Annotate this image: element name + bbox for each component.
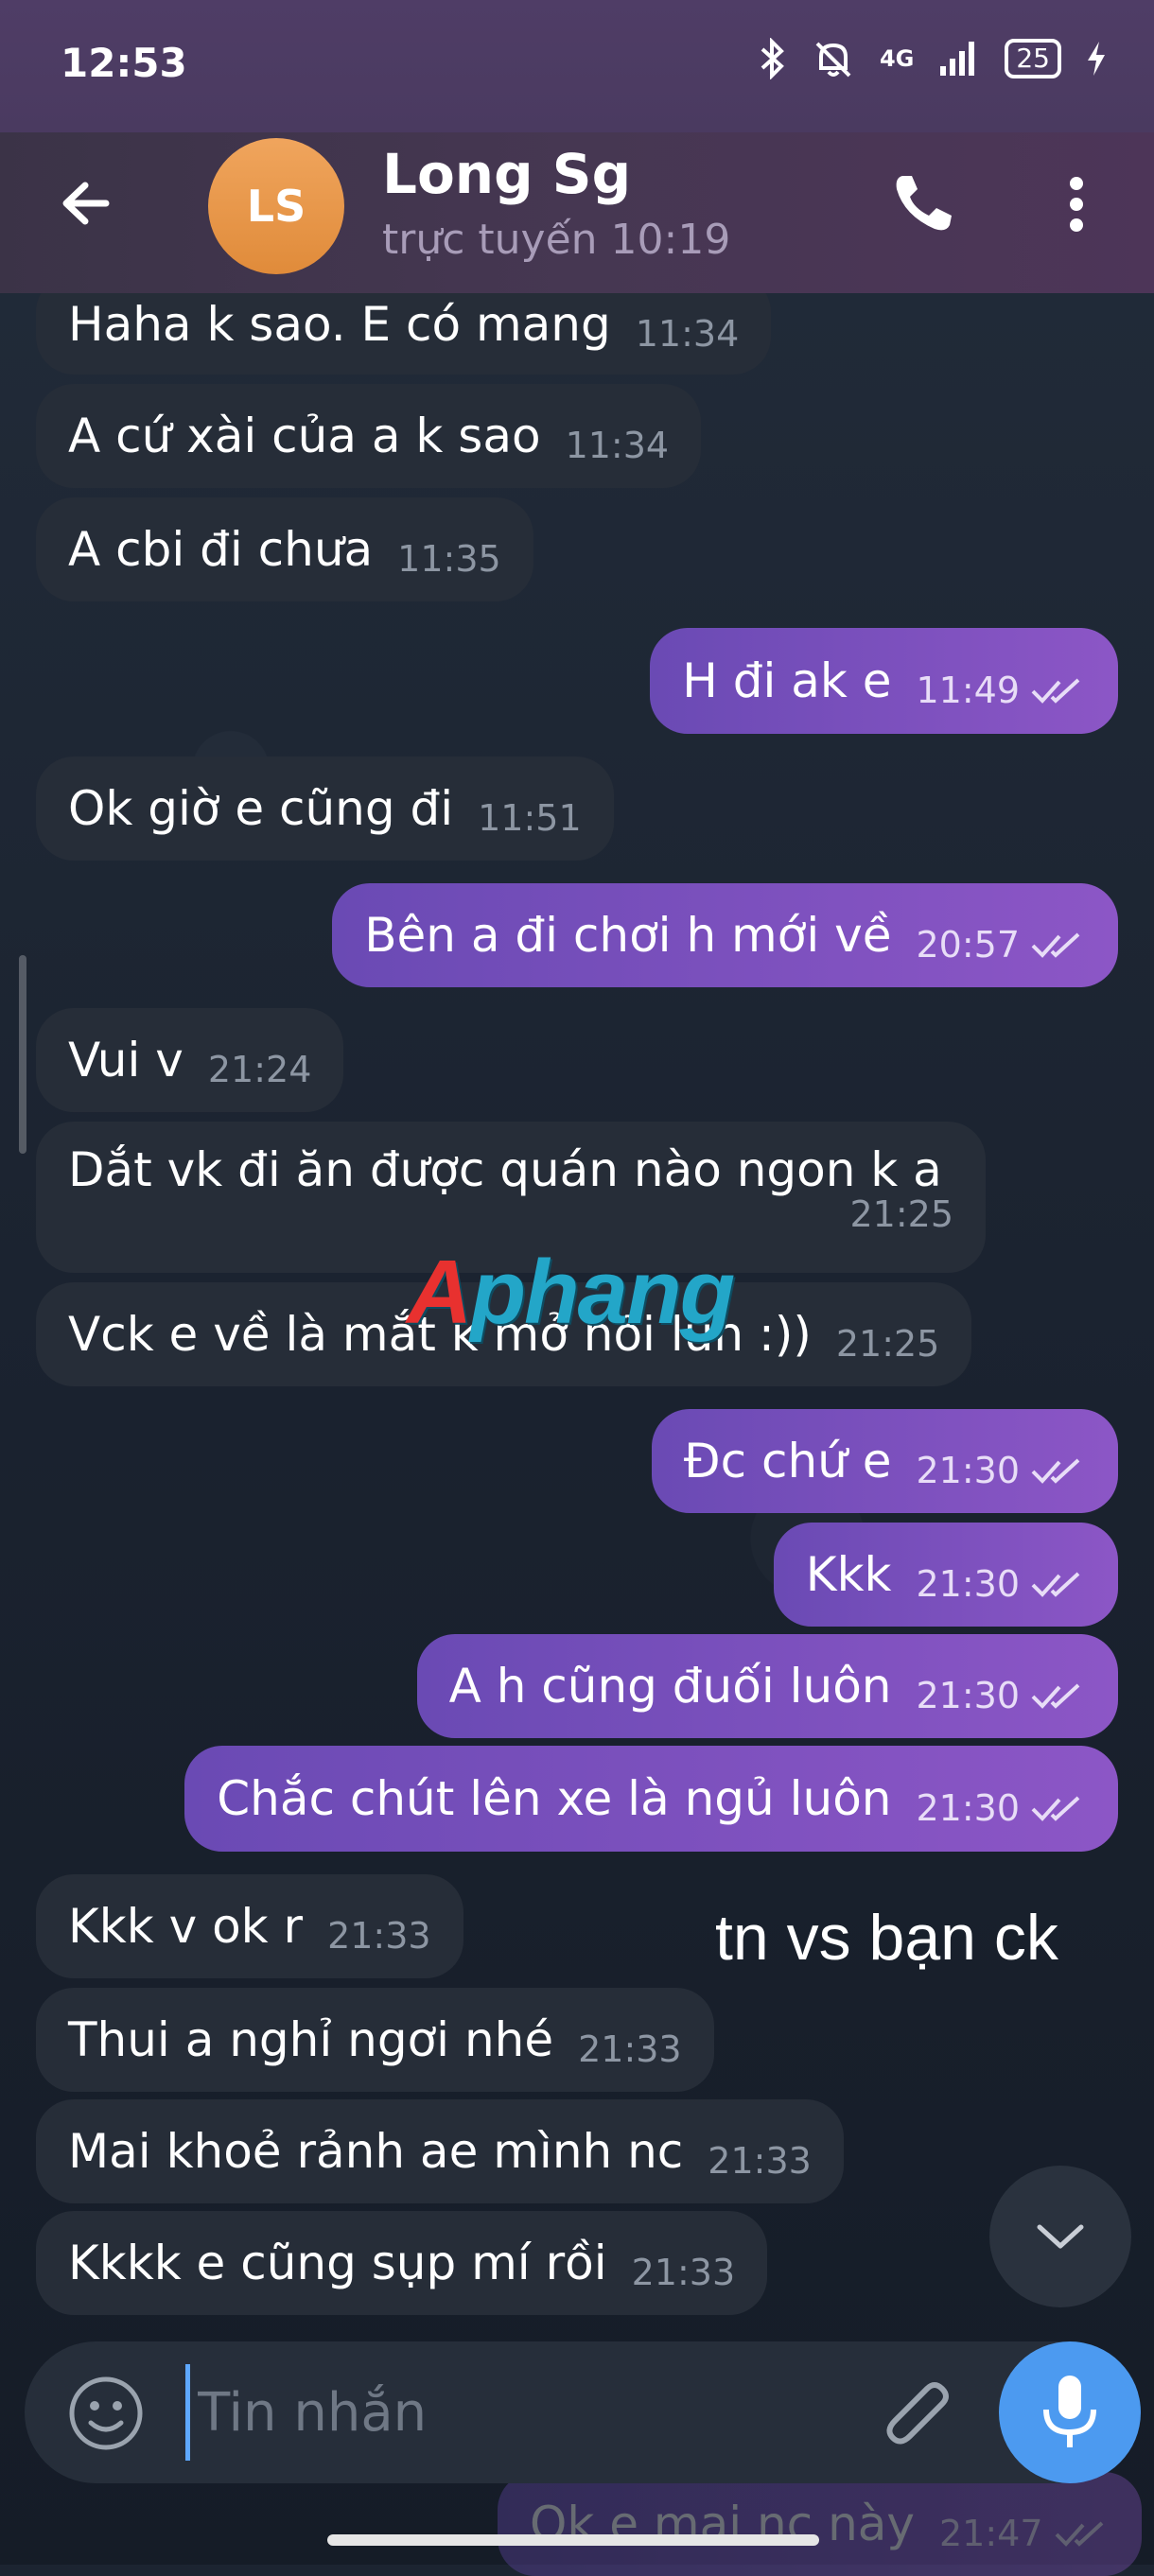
contact-name[interactable]: Long Sg [382,142,631,206]
double-check-icon [1031,1458,1080,1484]
message-bubble[interactable]: H đi ak e 11:49 [650,628,1118,734]
double-check-icon [1031,1683,1080,1709]
message-text: Kkkk e cũng sụp mí rồi [68,2236,607,2290]
signal-icon [940,42,975,76]
status-time: 12:53 [61,40,187,86]
message-bubble[interactable]: A cứ xài của a k sao 11:34 [36,384,702,488]
message-bubble[interactable]: Kkk 21:30 [773,1523,1118,1627]
message-time: 21:30 [916,1450,1020,1491]
overlay-caption: tn vs bạn ck [715,1902,1058,1974]
chevron-down-icon [1037,2224,1084,2249]
scroll-to-bottom-button[interactable] [989,2166,1131,2307]
message-time: 21:25 [835,1323,940,1365]
muted-bell-icon [815,42,851,78]
message-time: 21:24 [207,1049,312,1090]
message-time: 20:57 [916,924,1020,966]
message-time: 11:35 [397,538,501,580]
message-time: 11:51 [478,797,582,839]
bluetooth-icon [761,38,784,79]
message-time: 21:33 [578,2028,682,2070]
message-time: 11:49 [916,670,1020,711]
message-text: Thui a nghỉ ngơi nhé [68,2012,554,2067]
status-bar: 12:53 4G 25 [0,0,1154,132]
message-input[interactable] [185,2364,862,2461]
message-bubble[interactable]: Vui v 21:24 [36,1008,344,1112]
message-text: Chắc chút lên xe là ngủ luôn [217,1771,892,1826]
message-time: 11:34 [635,313,740,355]
double-check-icon [1031,1796,1080,1821]
message-text: Haha k sao. E có mang [68,297,611,352]
voice-record-button[interactable] [999,2341,1141,2483]
message-bubble[interactable]: Đc chứ e 21:30 [651,1409,1118,1513]
message-bubble[interactable]: A cbi đi chưa 11:35 [36,497,533,601]
message-time: 11:34 [565,425,670,466]
phone-icon[interactable] [885,166,961,242]
message-text: Bên a đi chơi h mới về [364,908,892,963]
double-check-icon [1031,932,1080,958]
emoji-icon[interactable] [66,2374,146,2453]
message-text: H đi ak e [682,653,892,708]
microphone-icon [1043,2376,1096,2447]
message-bubble[interactable]: Bên a đi chơi h mới về 20:57 [332,883,1118,987]
battery-indicator: 25 [1005,39,1061,78]
message-bubble[interactable]: Ok e,mai nc này 21:47 [498,2472,1142,2576]
message-bubble[interactable]: Thui a nghỉ ngơi nhé 21:33 [36,1988,714,2092]
message-time: 21:33 [631,2252,736,2293]
message-bubble[interactable]: A h cũng đuối luôn 21:30 [416,1634,1118,1738]
message-text: A cứ xài của a k sao [68,409,541,463]
message-bubble[interactable]: Haha k sao. E có mang 11:34 [36,293,772,374]
message-text: A h cũng đuối luôn [448,1659,892,1714]
message-time: 21:30 [916,1675,1020,1716]
avatar[interactable]: LS [208,138,344,274]
message-time: 21:47 [938,2513,1043,2554]
network-type: 4G [879,45,915,72]
scrollbar[interactable] [19,955,26,1154]
message-bubble[interactable]: Ok giờ e cũng đi 11:51 [36,757,614,861]
more-vertical-icon[interactable] [1050,166,1103,242]
message-text: Vui v [68,1033,184,1088]
message-time: 21:33 [708,2140,812,2182]
double-check-icon [1031,678,1080,704]
charging-icon [1088,42,1105,76]
message-time: 21:25 [849,1193,953,1235]
message-text: Mai khoẻ rảnh ae mình nc [68,2124,684,2179]
double-check-icon [1031,1572,1080,1597]
message-text: Dắt vk đi ăn được quán nào ngon k a [68,1142,942,1197]
message-bubble[interactable]: Chắc chút lên xe là ngủ luôn 21:30 [184,1746,1118,1852]
message-text: A cbi đi chưa [68,522,374,577]
back-arrow-icon[interactable] [57,170,123,236]
watermark-logo: Aphang [407,1242,735,1343]
message-time: 21:30 [916,1563,1020,1605]
contact-status: trực tuyến 10:19 [382,216,731,264]
message-bubble[interactable]: Mai khoẻ rảnh ae mình nc 21:33 [36,2099,844,2203]
message-time: 21:30 [916,1787,1020,1829]
message-bubble[interactable]: Kkkk e cũng sụp mí rồi 21:33 [36,2211,768,2315]
message-text: Ok giờ e cũng đi [68,781,454,836]
message-text: Kkk v ok r [68,1899,304,1954]
paperclip-icon[interactable] [880,2370,959,2459]
status-icons: 4G 25 [759,38,1107,79]
message-time: 21:33 [327,1915,431,1957]
message-bubble[interactable]: Kkk v ok r 21:33 [36,1874,463,1978]
message-text: Đc chứ e [683,1434,892,1488]
message-text: Kkk [805,1547,892,1602]
double-check-icon [1055,2521,1103,2547]
home-indicator[interactable] [327,2534,819,2546]
